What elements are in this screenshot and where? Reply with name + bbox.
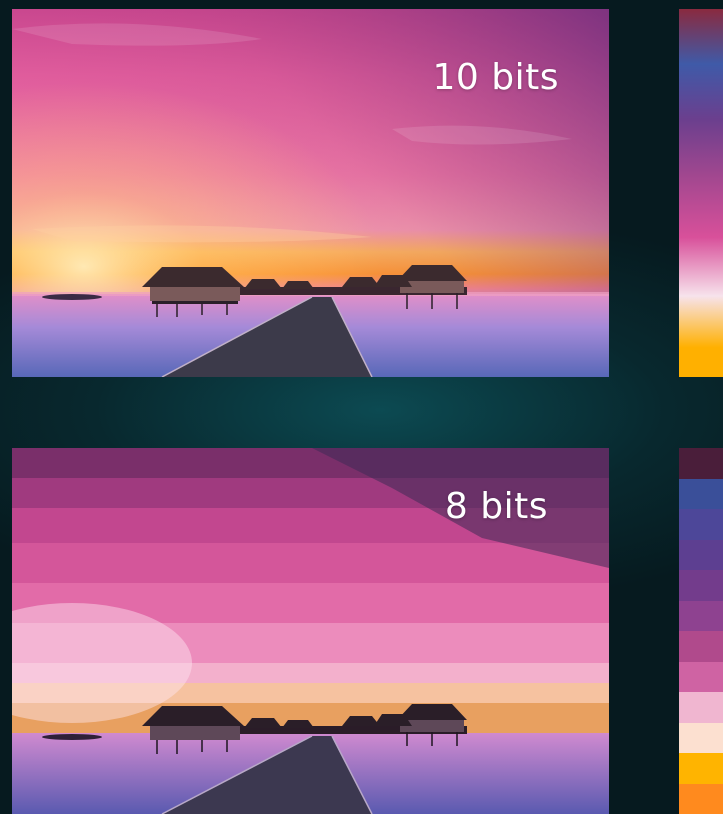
- color-band: [679, 753, 723, 784]
- color-band: [679, 600, 723, 631]
- color-band: [679, 692, 723, 723]
- color-band: [679, 448, 723, 479]
- color-band: [679, 631, 723, 662]
- smooth-gradient-swatch: [679, 9, 723, 377]
- color-band: [679, 783, 723, 814]
- banded-gradient-strip: [679, 448, 723, 814]
- smooth-gradient-strip: [679, 9, 723, 377]
- color-band: [679, 478, 723, 509]
- color-band: [679, 570, 723, 601]
- color-band: [679, 661, 723, 692]
- sunset-photo-10-bits: 10 bits: [12, 9, 609, 377]
- bit-depth-label-10: 10 bits: [432, 57, 559, 98]
- color-band: [679, 509, 723, 540]
- color-band: [679, 722, 723, 753]
- bit-depth-label-8: 8 bits: [444, 486, 548, 527]
- color-band: [679, 539, 723, 570]
- sunset-photo-8-bits: 8 bits: [12, 448, 609, 814]
